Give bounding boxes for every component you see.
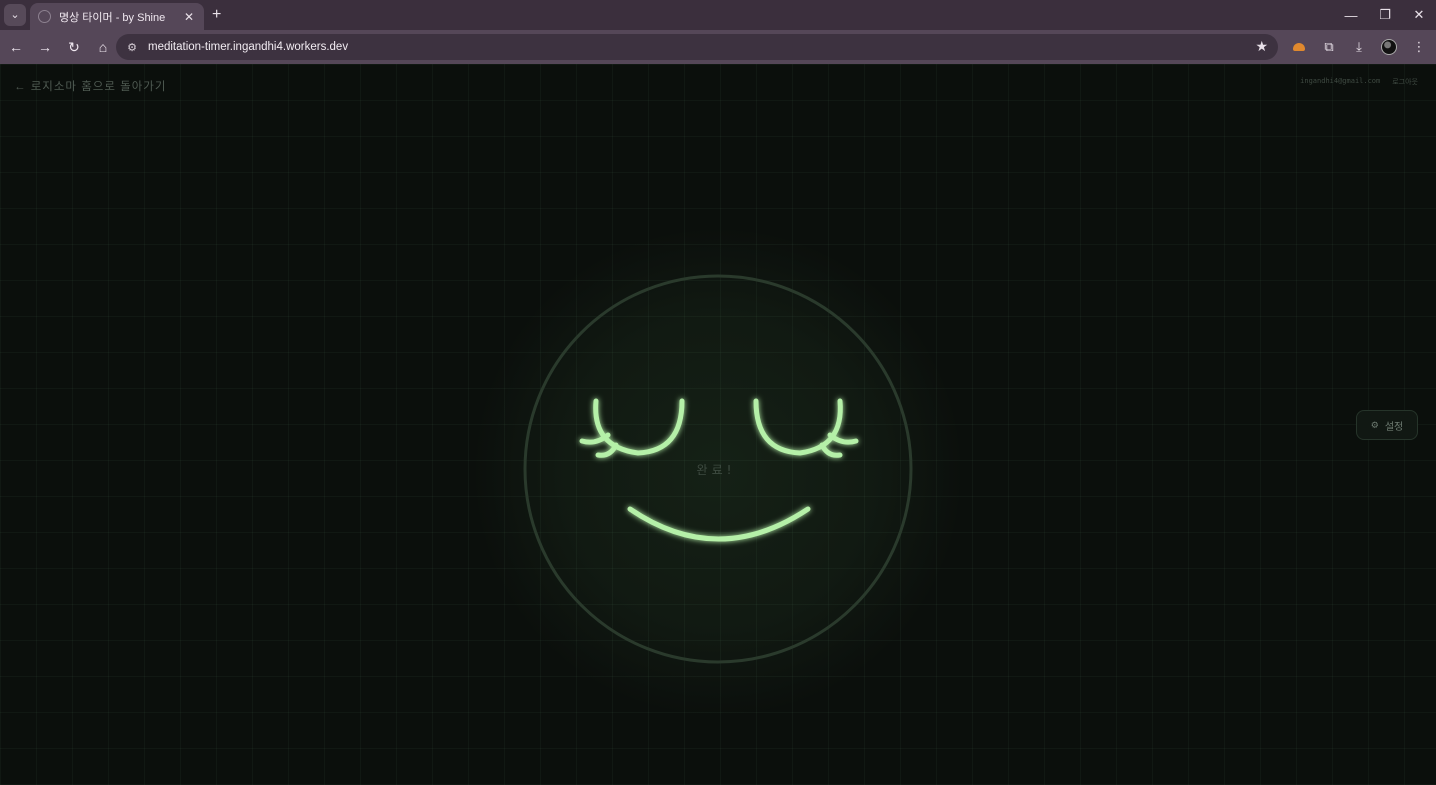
profile-button[interactable]	[1378, 34, 1400, 60]
close-icon: ✕	[1413, 7, 1425, 22]
new-tab-button[interactable]: +	[212, 6, 221, 24]
logout-link[interactable]: 로그아웃	[1392, 77, 1418, 87]
kebab-menu-icon: ⋮	[1412, 39, 1426, 54]
restore-button[interactable]: ❐	[1368, 0, 1402, 30]
star-icon[interactable]: ★	[1255, 38, 1268, 55]
left-closed-eye	[579, 398, 685, 458]
puzzle-icon: ⧉	[1324, 39, 1334, 54]
favicon-icon	[38, 10, 51, 23]
gear-icon: ⚙	[1370, 419, 1379, 430]
back-button[interactable]: ←	[3, 34, 29, 60]
forward-button[interactable]: →	[32, 34, 58, 60]
avatar	[1381, 39, 1397, 55]
minimize-icon: —	[1344, 7, 1358, 23]
meditation-page: ← 로지소마 홈으로 돌아가기 ingandhi4@gmail.com 로그아웃	[0, 64, 1436, 785]
tune-icon[interactable]: ⚙	[120, 41, 144, 54]
chevron-down-icon: ⌄	[10, 8, 20, 21]
menu-button[interactable]: ⋮	[1408, 34, 1430, 60]
settings-button[interactable]: ⚙ 설정	[1356, 410, 1418, 440]
tab-title: 명상 타이머 - by Shine	[59, 11, 166, 24]
browser-toolbar: ← → ↻ ⌂ ⚙ meditation-timer.ingandhi4.wor…	[0, 30, 1436, 64]
browser-tab-bar: ⌄ 명상 타이머 - by Shine ✕ + — ❐ ✕	[0, 0, 1436, 30]
home-button[interactable]: ⌂	[90, 34, 116, 60]
downloads-button[interactable]: ⤓	[1348, 34, 1370, 60]
cloud-extension-icon	[1293, 43, 1305, 51]
address-bar[interactable]: ⚙ meditation-timer.ingandhi4.workers.dev…	[116, 34, 1278, 60]
close-window-button[interactable]: ✕	[1402, 0, 1436, 30]
timer-status-text: 완료!	[697, 463, 736, 477]
back-home-link[interactable]: ← 로지소마 홈으로 돌아가기	[14, 78, 166, 94]
tab-search-button[interactable]: ⌄	[4, 4, 26, 26]
arrow-left-icon: ←	[9, 39, 23, 55]
extensions-area: ⧉ ⤓ ⋮	[1288, 34, 1430, 60]
extensions-button[interactable]: ⧉	[1318, 34, 1340, 60]
smile-mouth	[627, 506, 811, 542]
right-closed-eye	[753, 398, 859, 458]
settings-label: 설정	[1384, 421, 1404, 433]
smiley-face: 완료!	[523, 274, 913, 664]
reload-button[interactable]: ↻	[61, 34, 87, 60]
extension-button[interactable]	[1288, 34, 1310, 60]
download-icon: ⤓	[1356, 39, 1362, 54]
url-text: meditation-timer.ingandhi4.workers.dev	[148, 41, 349, 53]
plus-icon: +	[212, 6, 222, 23]
minimize-button[interactable]: —	[1334, 0, 1368, 30]
arrow-right-icon: →	[38, 39, 52, 55]
window-controls: — ❐ ✕	[1334, 0, 1436, 30]
reload-icon: ↻	[68, 38, 80, 55]
home-icon: ⌂	[98, 39, 108, 55]
close-icon[interactable]: ✕	[182, 10, 196, 24]
browser-tab[interactable]: 명상 타이머 - by Shine ✕	[30, 3, 204, 30]
restore-icon: ❐	[1379, 7, 1391, 22]
user-area: ingandhi4@gmail.com 로그아웃	[1300, 77, 1418, 87]
user-email: ingandhi4@gmail.com	[1300, 77, 1381, 85]
